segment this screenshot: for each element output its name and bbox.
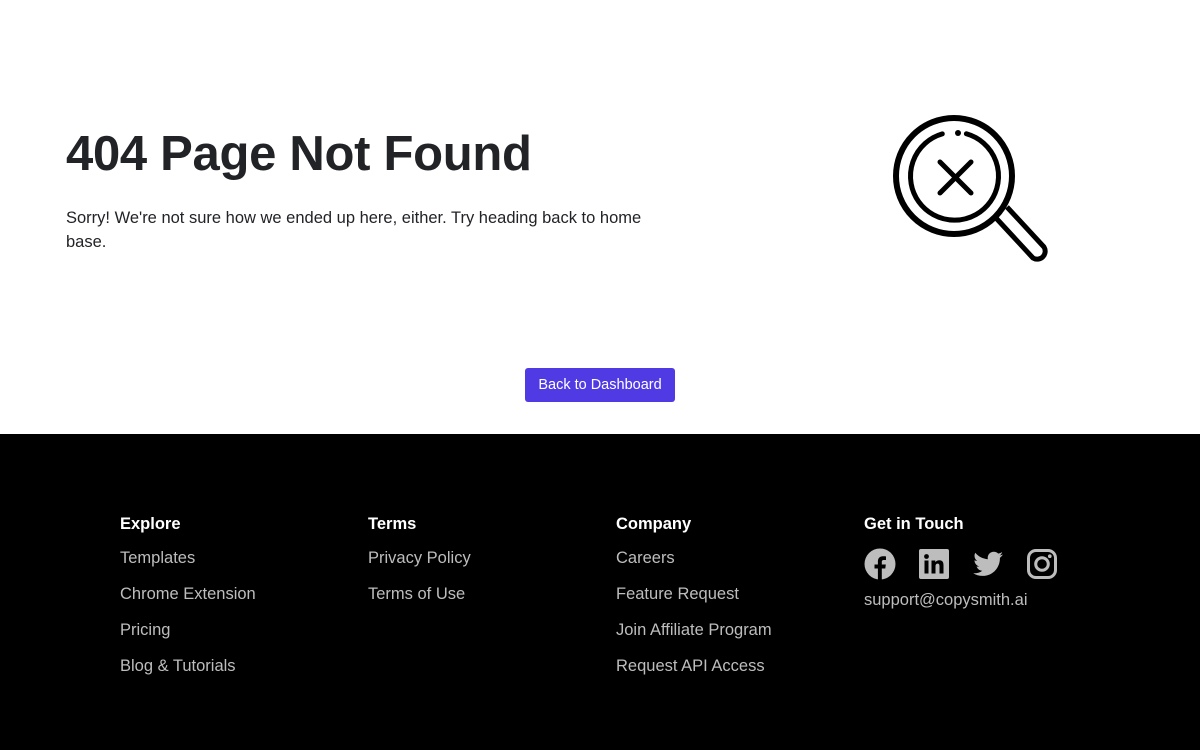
footer-link-blog[interactable]: Blog & Tutorials (120, 656, 256, 676)
footer-link-terms-of-use[interactable]: Terms of Use (368, 584, 471, 604)
magnifier-x-icon (893, 115, 1048, 262)
page-description: Sorry! We're not sure how we ended up he… (66, 209, 642, 251)
footer-link-feature-request[interactable]: Feature Request (616, 584, 772, 604)
footer-link-privacy-policy[interactable]: Privacy Policy (368, 548, 471, 568)
footer-heading: Terms (368, 515, 417, 533)
footer-link-chrome-extension[interactable]: Chrome Extension (120, 584, 256, 604)
footer-heading: Explore (120, 515, 181, 533)
footer: Explore Templates Chrome Extension Prici… (0, 434, 1200, 750)
footer-column-company: Company Careers Feature Request Join Aff… (616, 514, 772, 692)
footer-link-api-access[interactable]: Request API Access (616, 656, 772, 676)
social-links (864, 548, 1058, 580)
main-content: 404 Page Not Found Sorry! We're not sure… (0, 0, 1200, 434)
linkedin-icon[interactable] (918, 548, 950, 580)
page-title: 404 Page Not Found (66, 127, 532, 181)
twitter-icon[interactable] (972, 548, 1004, 580)
footer-link-templates[interactable]: Templates (120, 548, 256, 568)
support-email-link[interactable]: support@copysmith.ai (864, 590, 1058, 610)
footer-column-explore: Explore Templates Chrome Extension Prici… (120, 514, 256, 692)
footer-link-affiliate[interactable]: Join Affiliate Program (616, 620, 772, 640)
footer-heading: Company (616, 515, 692, 533)
facebook-icon[interactable] (864, 548, 896, 580)
footer-link-pricing[interactable]: Pricing (120, 620, 256, 640)
back-to-dashboard-button[interactable]: Back to Dashboard (525, 368, 675, 402)
footer-heading: Get in Touch (864, 515, 964, 533)
instagram-icon[interactable] (1026, 548, 1058, 580)
footer-column-contact: Get in Touch support@copysmith.ai (864, 514, 1058, 626)
footer-link-careers[interactable]: Careers (616, 548, 772, 568)
footer-column-terms: Terms Privacy Policy Terms of Use (368, 514, 471, 620)
